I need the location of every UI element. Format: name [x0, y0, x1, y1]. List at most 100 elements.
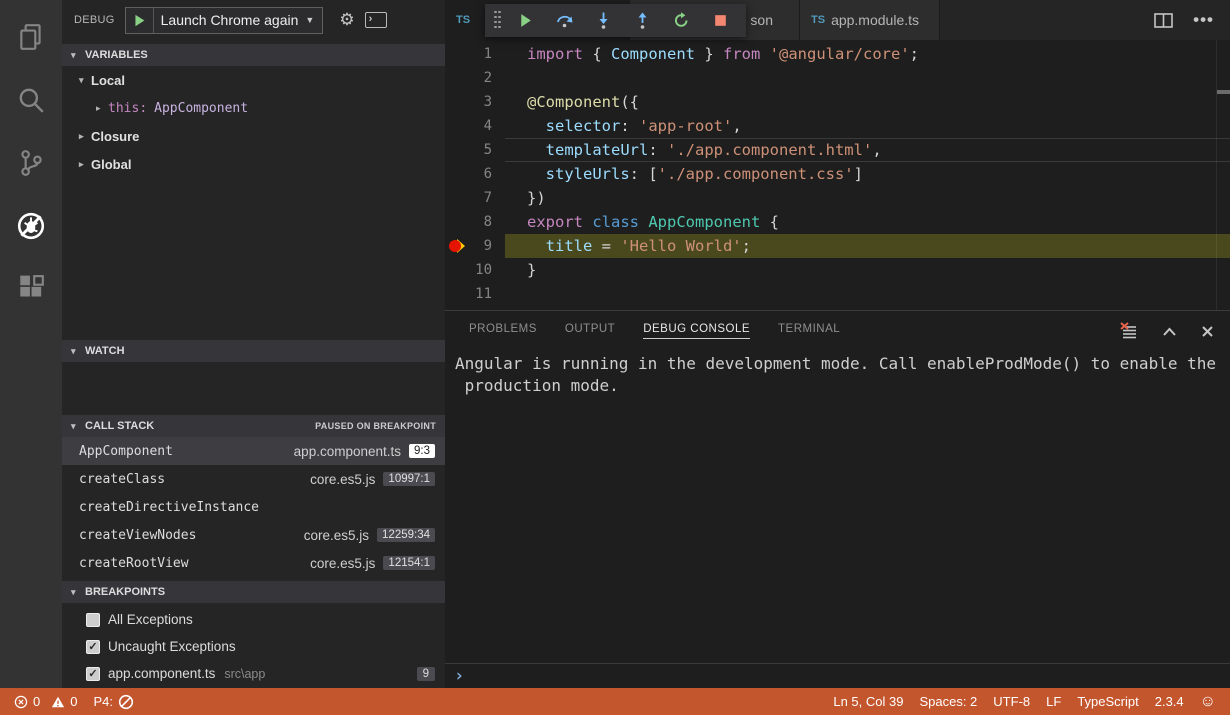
- perforce-status[interactable]: P4:: [85, 688, 142, 715]
- line-number: 4: [484, 114, 492, 138]
- step-out-button[interactable]: [623, 4, 662, 37]
- status-cursor-position[interactable]: Ln 5, Col 39: [825, 688, 911, 715]
- stop-button[interactable]: [701, 4, 740, 37]
- breakpoints-section-header[interactable]: ▾ BREAKPOINTS: [62, 581, 445, 603]
- twistie-icon: ▾: [71, 346, 79, 357]
- call-stack-frame[interactable]: createViewNodescore.es5.js12259:34: [62, 521, 445, 549]
- editor-gutter[interactable]: 7: [445, 186, 505, 210]
- panel-tab-problems[interactable]: PROBLEMS: [455, 311, 551, 351]
- frame-function-name: createDirectiveInstance: [79, 500, 259, 515]
- code-line[interactable]: 10}: [445, 258, 1230, 282]
- line-content[interactable]: [505, 66, 1230, 90]
- editor-tab[interactable]: TSapp.module.ts: [800, 0, 940, 40]
- editor-gutter[interactable]: 8: [445, 210, 505, 234]
- code-line[interactable]: 1import { Component } from '@angular/cor…: [445, 42, 1230, 66]
- search-icon[interactable]: [7, 76, 55, 124]
- panel-tab-terminal[interactable]: TERMINAL: [764, 311, 854, 351]
- step-over-button[interactable]: [545, 4, 584, 37]
- line-content[interactable]: templateUrl: './app.component.html',: [505, 138, 1230, 162]
- code-editor[interactable]: 1import { Component } from '@angular/cor…: [445, 40, 1230, 310]
- code-line[interactable]: 7}): [445, 186, 1230, 210]
- ruler-marker: [1217, 90, 1230, 94]
- start-debug-icon[interactable]: [126, 8, 154, 33]
- call-stack-frame[interactable]: createClasscore.es5.js10997:1: [62, 465, 445, 493]
- status-version[interactable]: 2.3.4: [1147, 688, 1192, 715]
- panel-tab-debug-console[interactable]: DEBUG CONSOLE: [629, 311, 764, 351]
- line-content[interactable]: title = 'Hello World';: [505, 234, 1230, 258]
- warning-count: 0: [70, 694, 77, 709]
- close-panel-icon[interactable]: [1201, 325, 1214, 338]
- editor-gutter[interactable]: 4: [445, 114, 505, 138]
- code-line[interactable]: 9 title = 'Hello World';: [445, 234, 1230, 258]
- more-actions-icon[interactable]: •••: [1193, 10, 1214, 30]
- line-content[interactable]: @Component({: [505, 90, 1230, 114]
- breakpoint-checkbox[interactable]: ✓: [86, 667, 100, 681]
- maximize-panel-icon[interactable]: [1162, 326, 1177, 337]
- code-line[interactable]: 8export class AppComponent {: [445, 210, 1230, 234]
- call-stack-frame[interactable]: createRootViewcore.es5.js12154:1: [62, 549, 445, 577]
- debug-icon[interactable]: [7, 202, 55, 250]
- breakpoint-row[interactable]: ✓app.component.tssrc\app9: [62, 660, 445, 687]
- editor-gutter[interactable]: 10: [445, 258, 505, 282]
- breakpoint-row[interactable]: ✓ Uncaught Exceptions: [62, 633, 445, 660]
- code-line[interactable]: 6 styleUrls: ['./app.component.css']: [445, 162, 1230, 186]
- overview-ruler[interactable]: [1216, 40, 1230, 310]
- editor-gutter[interactable]: 2: [445, 66, 505, 90]
- extensions-icon[interactable]: [7, 265, 55, 313]
- code-line[interactable]: 5 templateUrl: './app.component.html',: [445, 138, 1230, 162]
- step-into-button[interactable]: [584, 4, 623, 37]
- line-content[interactable]: }: [505, 258, 1230, 282]
- status-indentation[interactable]: Spaces: 2: [911, 688, 985, 715]
- line-content[interactable]: selector: 'app-root',: [505, 114, 1230, 138]
- code-line[interactable]: 4 selector: 'app-root',: [445, 114, 1230, 138]
- line-content[interactable]: export class AppComponent {: [505, 210, 1230, 234]
- code-line[interactable]: 11: [445, 282, 1230, 306]
- editor-gutter[interactable]: 3: [445, 90, 505, 114]
- editor-gutter[interactable]: 9: [445, 234, 505, 258]
- variables-scope-row[interactable]: ▸Global: [62, 150, 445, 178]
- call-stack-section-header[interactable]: ▾ CALL STACK PAUSED ON BREAKPOINT: [62, 415, 445, 437]
- line-content[interactable]: styleUrls: ['./app.component.css']: [505, 162, 1230, 186]
- variables-scope-row[interactable]: ▸Closure: [62, 122, 445, 150]
- clear-console-icon[interactable]: [1120, 322, 1138, 340]
- line-content[interactable]: import { Component } from '@angular/core…: [505, 42, 1230, 66]
- editor-gutter[interactable]: 6: [445, 162, 505, 186]
- feedback-smiley[interactable]: ☺: [1192, 688, 1224, 715]
- debug-console-input[interactable]: ›: [445, 663, 1230, 688]
- variable-row[interactable]: ▸this:AppComponent: [62, 94, 445, 122]
- open-debug-console-icon[interactable]: ›: [365, 12, 387, 28]
- explorer-icon[interactable]: [7, 13, 55, 61]
- editor-gutter[interactable]: 1: [445, 42, 505, 66]
- toolbar-drag-grip[interactable]: [490, 11, 506, 31]
- panel-tab-label: TERMINAL: [778, 323, 840, 339]
- problems-status[interactable]: 0 0: [6, 688, 85, 715]
- line-content[interactable]: }): [505, 186, 1230, 210]
- editor-area: TSsonTSapp.module.ts ••• 1import { Compo…: [445, 0, 1230, 688]
- status-language-mode[interactable]: TypeScript: [1069, 688, 1146, 715]
- line-content[interactable]: [505, 282, 1230, 306]
- watch-section-header[interactable]: ▾ WATCH: [62, 340, 445, 362]
- launch-config-select[interactable]: Launch Chrome again ▼: [125, 7, 324, 34]
- call-stack-frame[interactable]: createDirectiveInstance: [62, 493, 445, 521]
- breakpoint-label: Uncaught Exceptions: [108, 639, 236, 654]
- breakpoint-checkbox[interactable]: ✓: [86, 640, 100, 654]
- source-control-icon[interactable]: [7, 139, 55, 187]
- code-line[interactable]: 3@Component({: [445, 90, 1230, 114]
- panel-tab-output[interactable]: OUTPUT: [551, 311, 629, 351]
- configure-gear-icon[interactable]: ⚙: [339, 10, 354, 30]
- status-eol[interactable]: LF: [1038, 688, 1069, 715]
- split-editor-icon[interactable]: [1154, 13, 1173, 28]
- breakpoint-checkbox[interactable]: [86, 613, 100, 627]
- breakpoint-row[interactable]: All Exceptions: [62, 606, 445, 633]
- variables-section-header[interactable]: ▾ VARIABLES: [62, 44, 445, 66]
- continue-button[interactable]: [506, 4, 545, 37]
- editor-gutter[interactable]: 11: [445, 282, 505, 306]
- call-stack-frame[interactable]: AppComponentapp.component.ts9:3: [62, 437, 445, 465]
- code-line[interactable]: 2: [445, 66, 1230, 90]
- status-encoding[interactable]: UTF-8: [985, 688, 1038, 715]
- code-token: ]: [854, 165, 863, 183]
- variables-scope-row[interactable]: ▾Local: [62, 66, 445, 94]
- frame-function-name: AppComponent: [79, 444, 173, 459]
- editor-gutter[interactable]: 5: [445, 138, 505, 162]
- restart-button[interactable]: [662, 4, 701, 37]
